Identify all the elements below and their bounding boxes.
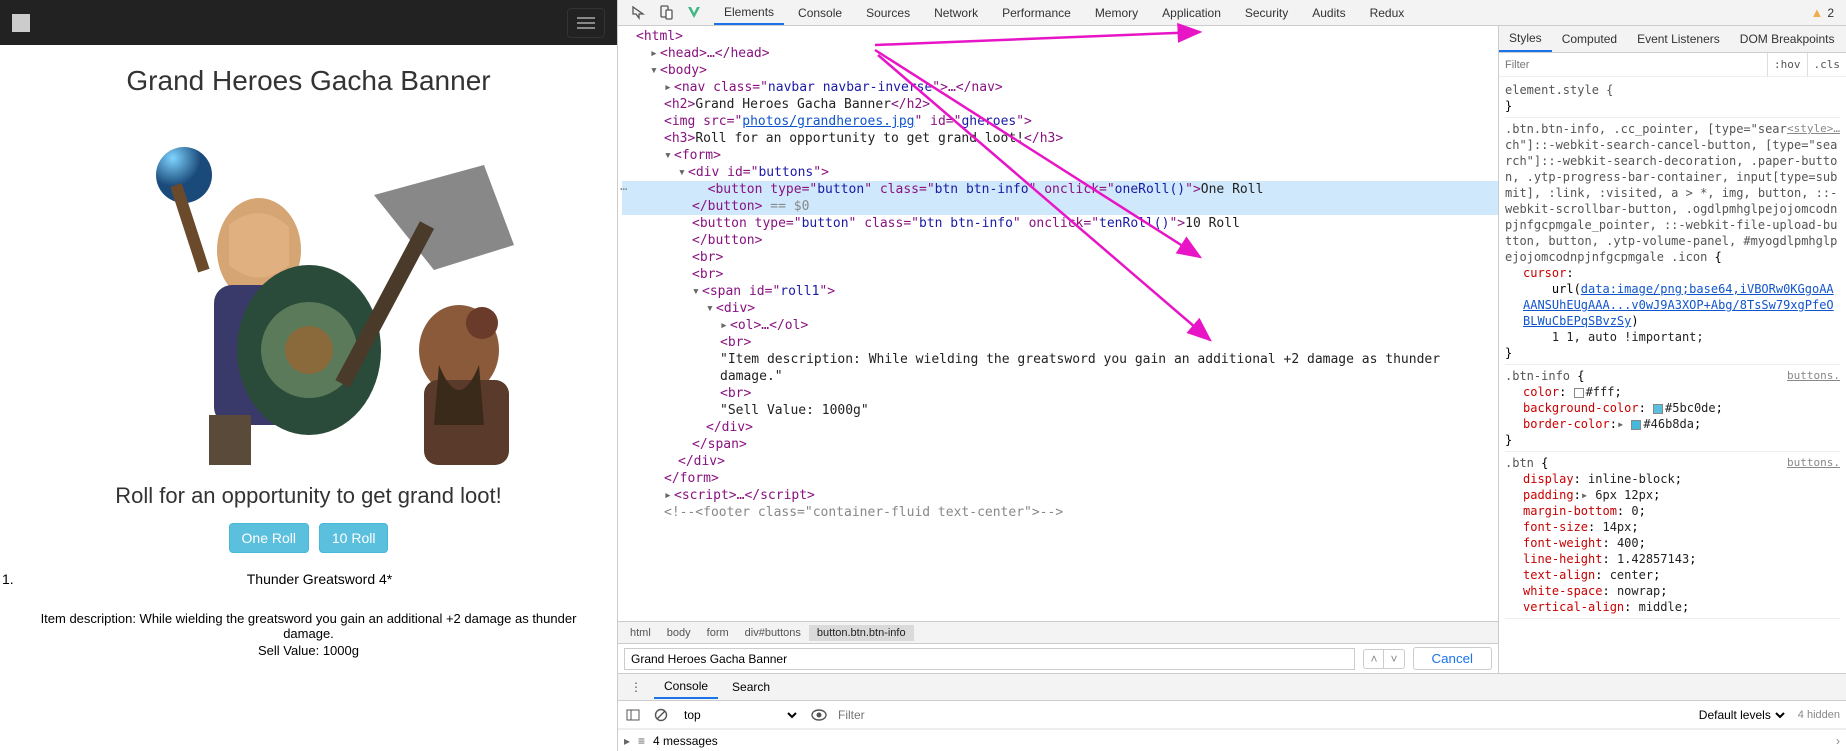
source-link[interactable]: buttons. (1787, 455, 1840, 471)
search-nav: ˄ ˅ (1363, 649, 1404, 669)
hero-artwork (64, 115, 554, 465)
message-count: 4 messages (653, 734, 718, 748)
bullet-icon: ≡ (638, 734, 645, 748)
console-drawer: ⋮ Console Search top Default levels 4 hi… (618, 673, 1846, 751)
expand-toggle[interactable] (678, 164, 688, 181)
styles-filter-row: :hov .cls (1499, 53, 1846, 77)
selected-node[interactable]: ⋯ <button type="button" class="btn btn-i… (622, 181, 1498, 198)
crumb-html[interactable]: html (622, 625, 659, 641)
gutter-icon[interactable]: ⋯ (620, 181, 628, 198)
styles-tab-listeners[interactable]: Event Listeners (1627, 27, 1730, 51)
search-next-icon[interactable]: ˅ (1383, 650, 1403, 668)
navbar (0, 0, 617, 45)
crumb-div-buttons[interactable]: div#buttons (737, 625, 809, 641)
console-messages-row[interactable]: ▸ ≡ 4 messages › (618, 729, 1846, 751)
node-form[interactable]: <form> (674, 148, 721, 163)
rendered-page: Grand Heroes Gacha Banner (0, 0, 617, 751)
expand-toggle[interactable] (720, 317, 730, 334)
one-roll-button[interactable]: One Roll (229, 523, 309, 553)
drawer-tab-search[interactable]: Search (722, 676, 780, 698)
tab-audits[interactable]: Audits (1302, 2, 1355, 24)
color-swatch[interactable] (1574, 388, 1584, 398)
levels-select[interactable]: Default levels (1695, 707, 1788, 723)
color-swatch[interactable] (1653, 404, 1663, 414)
tab-memory[interactable]: Memory (1085, 2, 1148, 24)
expand-toggle[interactable] (692, 283, 702, 300)
crumb-body[interactable]: body (659, 625, 699, 641)
styles-tab-bar: Styles Computed Event Listeners DOM Brea… (1499, 26, 1846, 53)
live-expression-icon[interactable] (810, 706, 828, 724)
cls-toggle[interactable]: .cls (1807, 53, 1846, 76)
tab-sources[interactable]: Sources (856, 2, 920, 24)
crumb-button[interactable]: button.btn.btn-info (809, 625, 914, 641)
source-link[interactable]: buttons. (1787, 368, 1840, 384)
warning-icon: ▲ (1810, 5, 1823, 20)
tab-redux[interactable]: Redux (1360, 2, 1415, 24)
node-html[interactable]: <html> (636, 29, 683, 44)
console-toolbar: top Default levels 4 hidden (618, 701, 1846, 729)
expand-toggle[interactable] (664, 147, 674, 164)
elements-tree[interactable]: <html> <head>…</head> <body> <nav class=… (618, 26, 1498, 621)
hidden-count: 4 hidden (1798, 709, 1840, 721)
styles-filter-input[interactable] (1499, 59, 1767, 71)
search-input[interactable] (624, 648, 1355, 670)
console-tab-bar: ⋮ Console Search (618, 674, 1846, 701)
clear-console-icon[interactable] (652, 706, 670, 724)
drawer-menu-icon[interactable]: ⋮ (622, 680, 650, 694)
inspect-icon[interactable] (630, 5, 646, 21)
warnings-badge[interactable]: ▲2 (1810, 5, 1842, 20)
expand-toggle[interactable] (706, 300, 716, 317)
crumb-form[interactable]: form (699, 625, 737, 641)
expand-icon[interactable]: ▸ (624, 734, 630, 748)
expand-toggle[interactable] (664, 487, 674, 504)
styles-tab-dom-bp[interactable]: DOM Breakpoints (1730, 27, 1845, 51)
styles-panel: Styles Computed Event Listeners DOM Brea… (1498, 26, 1846, 673)
hero-image (64, 115, 554, 465)
result-sell-value: Sell Value: 1000g (0, 643, 617, 658)
tab-application[interactable]: Application (1152, 2, 1231, 24)
styles-rules[interactable]: element.style {} <style>… .btn.btn-info,… (1499, 77, 1846, 673)
node-head[interactable]: <head>…</head> (660, 46, 770, 61)
roll-result: 1. Thunder Greatsword 4* Item descriptio… (0, 571, 617, 658)
devtools-tab-bar: Elements Console Sources Network Perform… (618, 0, 1846, 26)
console-filter-input[interactable] (838, 708, 1685, 722)
sidebar-toggle-icon[interactable] (624, 706, 642, 724)
tab-security[interactable]: Security (1235, 2, 1298, 24)
tab-network[interactable]: Network (924, 2, 988, 24)
breadcrumb: html body form div#buttons button.btn.bt… (618, 621, 1498, 643)
cancel-button[interactable]: Cancel (1413, 647, 1493, 670)
node-body[interactable]: <body> (660, 63, 707, 78)
expand-toggle[interactable] (650, 45, 660, 62)
result-item-name: Thunder Greatsword 4* (247, 571, 393, 587)
source-link[interactable]: <style>… (1787, 121, 1840, 137)
device-toggle-icon[interactable] (658, 5, 674, 21)
expand-toggle[interactable] (650, 62, 660, 79)
hov-toggle[interactable]: :hov (1767, 53, 1807, 76)
color-swatch[interactable] (1631, 420, 1641, 430)
page-title: Grand Heroes Gacha Banner (0, 65, 617, 97)
result-description: Item description: While wielding the gre… (0, 611, 617, 641)
expand-toggle[interactable] (664, 79, 674, 96)
vue-icon[interactable] (686, 5, 702, 21)
tab-elements[interactable]: Elements (714, 1, 784, 25)
brand-logo[interactable] (12, 14, 30, 32)
styles-tab-styles[interactable]: Styles (1499, 26, 1552, 52)
button-row: One Roll 10 Roll (0, 523, 617, 553)
devtools-panel: Elements Console Sources Network Perform… (617, 0, 1846, 751)
result-number: 1. (0, 571, 22, 587)
tab-console[interactable]: Console (788, 2, 852, 24)
page-subtitle: Roll for an opportunity to get grand loo… (0, 483, 617, 509)
hamburger-button[interactable] (567, 8, 605, 38)
tab-performance[interactable]: Performance (992, 2, 1081, 24)
search-prev-icon[interactable]: ˄ (1364, 650, 1383, 668)
styles-tab-computed[interactable]: Computed (1552, 27, 1627, 51)
ten-roll-button[interactable]: 10 Roll (319, 523, 389, 553)
context-select[interactable]: top (680, 707, 800, 723)
chevron-right-icon[interactable]: › (1836, 734, 1840, 748)
search-bar: ˄ ˅ Cancel (618, 643, 1498, 673)
drawer-tab-console[interactable]: Console (654, 675, 718, 699)
